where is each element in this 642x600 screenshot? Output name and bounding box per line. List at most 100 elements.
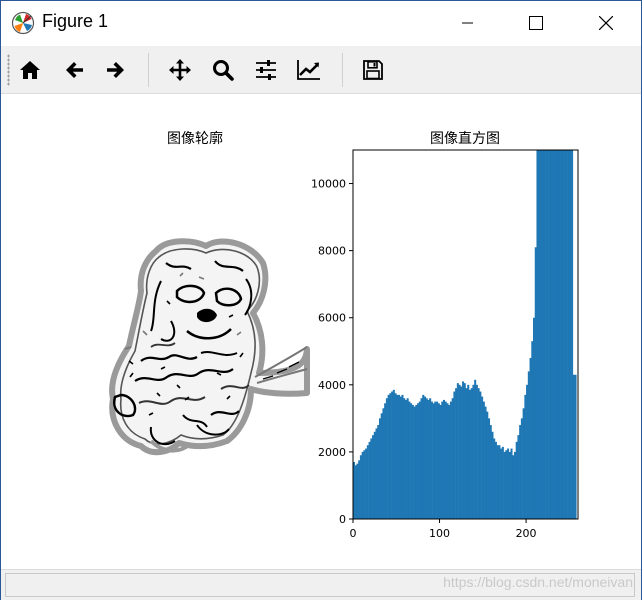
histogram-bar xyxy=(368,441,371,519)
histogram-bar xyxy=(465,388,468,519)
zoom-button[interactable] xyxy=(207,54,239,86)
histogram-bar xyxy=(512,455,515,519)
histogram-bar xyxy=(564,150,567,519)
maximize-button[interactable] xyxy=(513,1,559,45)
histogram-bar xyxy=(394,393,397,519)
histogram-bar xyxy=(410,403,413,519)
save-button[interactable] xyxy=(357,54,389,86)
histogram-bar xyxy=(365,448,368,519)
histogram-bar xyxy=(439,404,442,519)
x-tick-label: 0 xyxy=(350,527,357,540)
toolbar-grip[interactable] xyxy=(7,54,10,86)
histogram-bar xyxy=(482,401,485,519)
histogram-bar xyxy=(359,455,362,519)
minimize-button[interactable] xyxy=(445,1,491,45)
histogram-bar xyxy=(562,150,565,519)
histogram-bar xyxy=(449,401,452,519)
histogram-bar xyxy=(451,398,454,519)
histogram-bar xyxy=(396,394,399,519)
histogram-bar xyxy=(557,150,560,519)
histogram-bar xyxy=(565,150,568,519)
back-button[interactable] xyxy=(58,54,90,86)
edit-axis-button[interactable] xyxy=(293,54,325,86)
histogram-bar xyxy=(496,445,499,519)
y-tick-label: 2000 xyxy=(318,446,346,459)
histogram-bar xyxy=(408,401,411,519)
configure-subplots-button[interactable] xyxy=(250,54,282,86)
line-chart-icon xyxy=(297,60,320,80)
forward-button[interactable] xyxy=(100,54,132,86)
arrow-left-icon xyxy=(66,62,83,78)
histogram-bar xyxy=(494,441,497,519)
histogram-bar xyxy=(527,371,530,519)
histogram-bar xyxy=(529,357,532,519)
histogram-bar xyxy=(380,413,383,519)
histogram-bar xyxy=(572,374,575,519)
sliders-icon xyxy=(256,60,276,80)
histogram-bar xyxy=(517,435,520,519)
minimize-icon xyxy=(462,22,473,24)
histogram-bar xyxy=(553,150,556,519)
histogram-bar xyxy=(441,401,444,519)
histogram-bar xyxy=(462,381,465,519)
y-tick-label: 8000 xyxy=(318,245,346,258)
histogram-bar xyxy=(377,425,380,519)
maximize-icon xyxy=(529,16,543,30)
figure-canvas[interactable]: 图像轮廓 图像直方图 0 2000 4000 6000 8000 10000 0… xyxy=(1,94,641,569)
histogram-bar xyxy=(470,388,473,519)
histogram-bar xyxy=(567,150,570,519)
histogram-bar xyxy=(375,428,378,519)
histogram-bar xyxy=(366,445,369,519)
home-button[interactable] xyxy=(14,54,46,86)
histogram-bar xyxy=(524,394,527,519)
histogram-bar xyxy=(507,448,510,519)
histogram-bar xyxy=(571,150,574,519)
histogram-bar xyxy=(430,401,433,519)
histogram-bar xyxy=(425,398,428,519)
histogram-bar xyxy=(411,404,414,519)
x-tick-label: 200 xyxy=(516,527,537,540)
toolbar-separator xyxy=(342,53,343,87)
histogram-bar xyxy=(541,150,544,519)
x-tick-label: 100 xyxy=(429,527,450,540)
histogram-bar xyxy=(488,418,491,519)
histogram-bar xyxy=(372,435,375,519)
histogram-bar xyxy=(432,403,435,519)
close-button[interactable] xyxy=(583,1,629,45)
histogram-bar xyxy=(531,341,534,519)
home-icon xyxy=(20,61,40,79)
histogram-bar xyxy=(484,406,487,519)
histogram-bar xyxy=(437,403,440,519)
histogram-bar xyxy=(434,401,437,519)
histogram-bar xyxy=(358,460,361,519)
window-title: Figure 1 xyxy=(42,11,109,31)
histogram-bar xyxy=(468,389,471,519)
histogram-bar xyxy=(415,404,418,519)
pan-button[interactable] xyxy=(164,54,196,86)
histogram-bar xyxy=(543,150,546,519)
histogram-bar xyxy=(373,431,376,519)
title-bar[interactable]: Figure 1 xyxy=(1,1,641,45)
histogram-bar xyxy=(558,150,561,519)
histogram-bar xyxy=(382,408,385,519)
histogram-bar xyxy=(500,448,503,519)
histogram-bar xyxy=(399,396,402,519)
histogram-bar xyxy=(387,394,390,519)
histogram-bar xyxy=(398,394,401,519)
histogram-bar xyxy=(370,438,373,519)
magnifier-icon xyxy=(213,60,234,81)
histogram-bar xyxy=(505,450,508,519)
move-icon xyxy=(169,59,191,81)
histogram-bar xyxy=(472,384,475,519)
toolbar-separator xyxy=(148,53,149,87)
histogram-bar xyxy=(552,150,555,519)
histogram-bar xyxy=(548,150,551,519)
histogram-bar xyxy=(522,408,525,519)
y-tick-label: 0 xyxy=(339,513,346,526)
histogram-bar xyxy=(479,391,482,519)
histogram-bar xyxy=(560,150,563,519)
histogram-bar xyxy=(444,401,447,519)
histogram-bar xyxy=(475,384,478,519)
histogram-bar xyxy=(474,379,477,519)
histogram-bar xyxy=(526,384,529,519)
